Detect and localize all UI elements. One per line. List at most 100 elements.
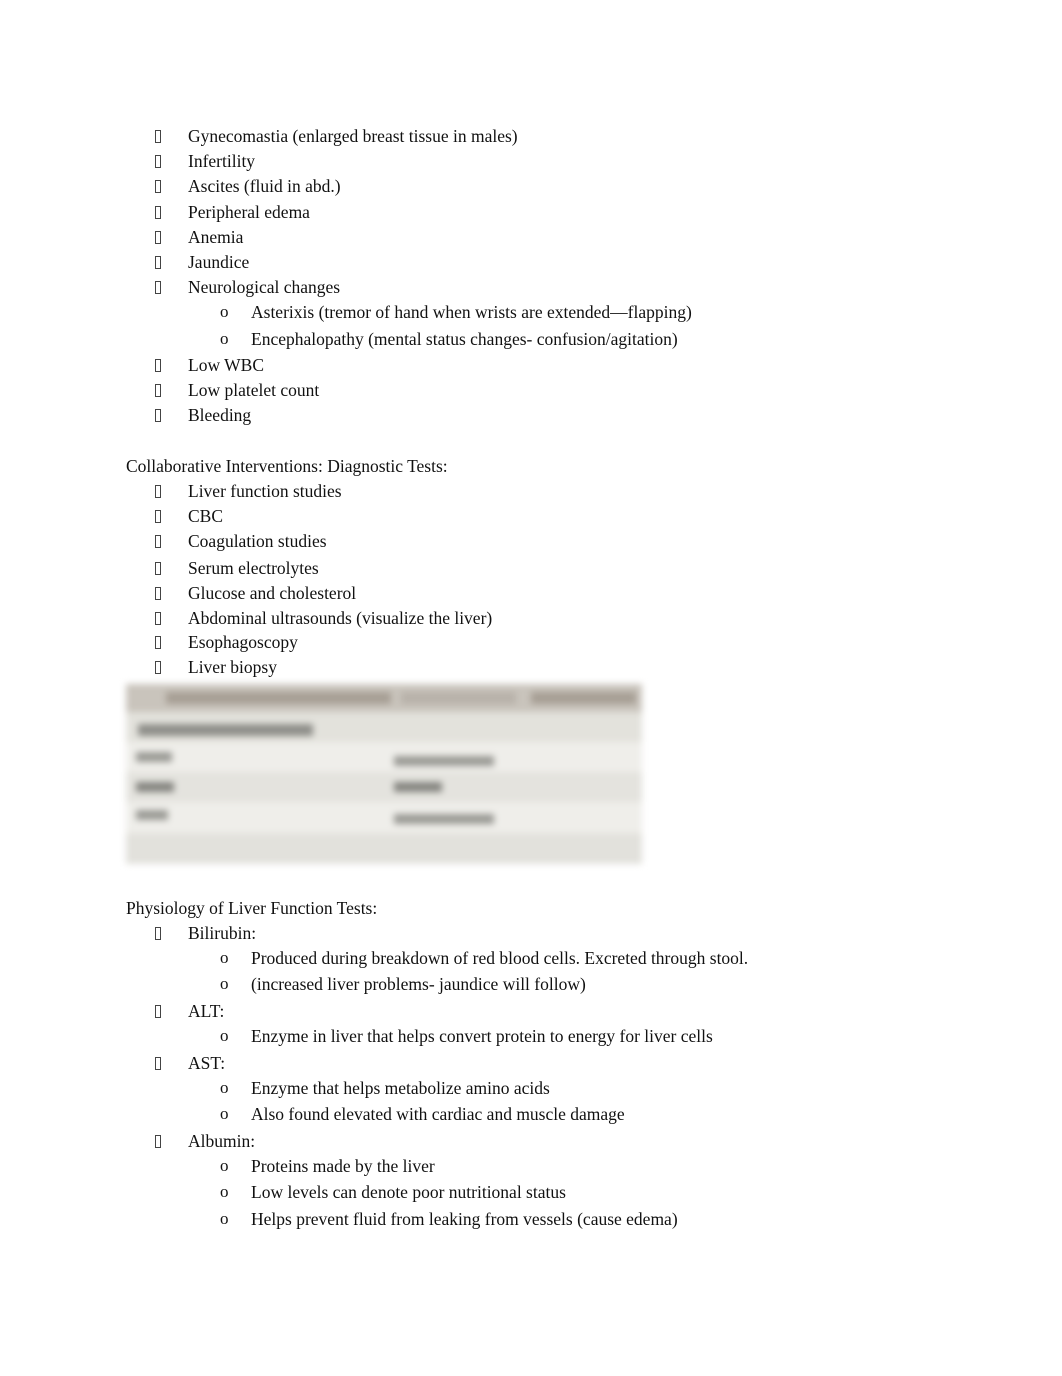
- sub-list-item-text: Enzyme in liver that helps convert prote…: [251, 1026, 713, 1046]
- blurred-table-row: [126, 802, 642, 832]
- list-item-text: Serum electrolytes: [188, 558, 319, 578]
- bullet-icon: [155, 206, 161, 219]
- list-item-text: Bleeding: [188, 405, 252, 425]
- bullet-icon: [155, 636, 161, 649]
- bullet-icon: [155, 927, 161, 940]
- sub-list-item: o Proteins made by the liver: [220, 1155, 435, 1177]
- list-item-text: Coagulation studies: [188, 531, 327, 551]
- list-item: ALT:: [155, 1000, 224, 1022]
- sub-list-item: o Produced during breakdown of red blood…: [220, 947, 748, 969]
- sub-bullet-icon: o: [220, 1078, 229, 1097]
- blurred-cell: [138, 724, 313, 736]
- bullet-icon: [155, 384, 161, 397]
- bullet-icon: [155, 155, 161, 168]
- sub-list-item-text: Produced during breakdown of red blood c…: [251, 948, 749, 968]
- list-item: Low WBC: [155, 354, 264, 376]
- blurred-cell: [394, 814, 494, 824]
- list-item: Anemia: [155, 226, 243, 248]
- blurred-cell: [136, 810, 168, 820]
- list-item: CBC: [155, 505, 223, 527]
- blurred-table-row: [126, 742, 642, 772]
- list-item: Neurological changes: [155, 276, 340, 298]
- list-item-text: Jaundice: [188, 252, 250, 272]
- section-heading-diagnostics: Collaborative Interventions: Diagnostic …: [126, 456, 448, 476]
- list-item: Glucose and cholesterol: [155, 582, 356, 604]
- blurred-header-cell: [401, 692, 516, 704]
- sub-bullet-icon: o: [220, 1156, 229, 1175]
- blurred-cell: [394, 782, 442, 792]
- bullet-icon: [155, 661, 161, 674]
- sub-list-item-text: Also found elevated with cardiac and mus…: [251, 1104, 625, 1124]
- list-item-text: Liver function studies: [188, 481, 342, 501]
- sub-list-item-text: Enzyme that helps metabolize amino acids: [251, 1078, 550, 1098]
- sub-list-item-text: Proteins made by the liver: [251, 1156, 435, 1176]
- list-item: Bilirubin:: [155, 922, 256, 944]
- list-item-text: ALT:: [188, 1001, 225, 1021]
- sub-bullet-icon: o: [220, 948, 229, 967]
- bullet-icon: [155, 180, 161, 193]
- sub-bullet-icon: o: [220, 302, 229, 321]
- list-item-text: Ascites (fluid in abd.): [188, 176, 341, 196]
- list-item: Ascites (fluid in abd.): [155, 175, 341, 197]
- list-item: Low platelet count: [155, 379, 319, 401]
- list-item: Liver function studies: [155, 480, 342, 502]
- sub-list-item: o Enzyme that helps metabolize amino aci…: [220, 1077, 550, 1099]
- list-item: Gynecomastia (enlarged breast tissue in …: [155, 125, 518, 147]
- list-item: Infertility: [155, 150, 255, 172]
- list-item-text: Anemia: [188, 227, 244, 247]
- blurred-lab-table: [126, 684, 642, 864]
- sub-list-item: o Encephalopathy (mental status changes-…: [220, 328, 678, 350]
- bullet-icon: [155, 587, 161, 600]
- bullet-icon: [155, 1135, 161, 1148]
- sub-list-item-text: Helps prevent fluid from leaking from ve…: [251, 1209, 678, 1229]
- blurred-cell: [394, 756, 494, 766]
- bullet-icon: [155, 130, 161, 143]
- list-item-text: AST:: [188, 1053, 226, 1073]
- sub-list-item: o (increased liver problems- jaundice wi…: [220, 973, 586, 995]
- list-item-text: CBC: [188, 506, 224, 526]
- blurred-table-row: [126, 772, 642, 802]
- blurred-table-row: [126, 834, 642, 864]
- list-item-text: Gynecomastia (enlarged breast tissue in …: [188, 126, 518, 146]
- sub-list-item-text: (increased liver problems- jaundice will…: [251, 974, 586, 994]
- list-item: AST:: [155, 1052, 225, 1074]
- sub-list-item: o Asterixis (tremor of hand when wrists …: [220, 301, 692, 323]
- sub-list-item: o Also found elevated with cardiac and m…: [220, 1103, 625, 1125]
- list-item-text: Low WBC: [188, 355, 264, 375]
- list-item-text: Bilirubin:: [188, 923, 257, 943]
- bullet-icon: [155, 281, 161, 294]
- list-item-text: Albumin:: [188, 1131, 256, 1151]
- sub-list-item: o Helps prevent fluid from leaking from …: [220, 1208, 678, 1230]
- bullet-icon: [155, 510, 161, 523]
- bullet-icon: [155, 562, 161, 575]
- list-item: Jaundice: [155, 251, 249, 273]
- sub-list-item-text: Low levels can denote poor nutritional s…: [251, 1182, 566, 1202]
- bullet-icon: [155, 256, 161, 269]
- list-item-text: Abdominal ultrasounds (visualize the liv…: [188, 608, 493, 628]
- list-item-text: Esophagoscopy: [188, 632, 298, 652]
- list-item: Abdominal ultrasounds (visualize the liv…: [155, 607, 492, 629]
- list-item: Bleeding: [155, 404, 251, 426]
- list-item: Albumin:: [155, 1130, 255, 1152]
- list-item: Peripheral edema: [155, 201, 310, 223]
- list-item-text: Glucose and cholesterol: [188, 583, 357, 603]
- sub-list-item-text: Encephalopathy (mental status changes- c…: [251, 329, 678, 349]
- blurred-header-cell: [166, 692, 391, 704]
- list-item-text: Liver biopsy: [188, 657, 277, 677]
- bullet-icon: [155, 359, 161, 372]
- sub-bullet-icon: o: [220, 1182, 229, 1201]
- blurred-cell: [136, 782, 174, 792]
- list-item: Esophagoscopy: [155, 631, 298, 653]
- sub-bullet-icon: o: [220, 329, 229, 348]
- sub-list-item: o Enzyme in liver that helps convert pro…: [220, 1025, 713, 1047]
- sub-list-item: o Low levels can denote poor nutritional…: [220, 1181, 566, 1203]
- sub-bullet-icon: o: [220, 1026, 229, 1045]
- list-item-text: Neurological changes: [188, 277, 341, 297]
- sub-bullet-icon: o: [220, 974, 229, 993]
- list-item: Serum electrolytes: [155, 557, 319, 579]
- bullet-icon: [155, 612, 161, 625]
- bullet-icon: [155, 485, 161, 498]
- list-item: Liver biopsy: [155, 656, 277, 678]
- bullet-icon: [155, 1005, 161, 1018]
- blurred-header-cell: [531, 692, 636, 704]
